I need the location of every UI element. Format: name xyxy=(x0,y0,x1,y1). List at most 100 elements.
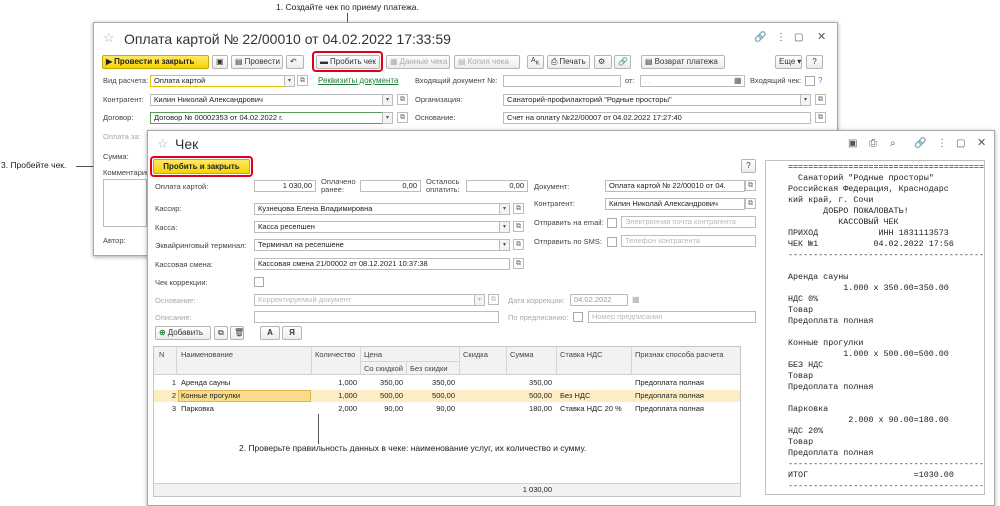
col-with-discount[interactable]: Со скидкой xyxy=(364,364,403,373)
link-icon[interactable]: 🔗 xyxy=(914,139,926,149)
check-basis-field[interactable]: Корректируемый документ xyxy=(254,294,484,306)
organization-dropdown[interactable]: ▾ xyxy=(800,94,811,106)
paid-before-field[interactable]: 0,00 xyxy=(360,180,421,192)
font-a-button[interactable]: А xyxy=(260,326,280,340)
col-discount[interactable]: Скидка xyxy=(463,350,488,359)
col-name[interactable]: Наименование xyxy=(181,350,233,359)
incoming-doc-field[interactable] xyxy=(503,75,621,87)
phone-field[interactable]: Телефон контрагента xyxy=(621,235,756,247)
counterparty-open[interactable]: ⧉ xyxy=(397,94,408,105)
save-button[interactable]: ▣ xyxy=(212,55,228,69)
document-open[interactable]: ⧉ xyxy=(745,180,756,191)
currency-button[interactable]: AK xyxy=(527,55,544,69)
calc-type-open[interactable]: ⧉ xyxy=(297,75,308,86)
table-row-selected[interactable]: 2 Конные прогулки 1,000 500,00 500,00 50… xyxy=(154,390,740,402)
check-basis-dropdown[interactable]: ▾ xyxy=(474,294,485,306)
incoming-check-checkbox[interactable] xyxy=(805,76,815,86)
settings-button[interactable]: ⚙ xyxy=(594,55,612,69)
more-vertical-icon[interactable]: ⋮ xyxy=(937,139,947,149)
help-button[interactable]: ? xyxy=(806,55,823,69)
cashier-dropdown[interactable]: ▾ xyxy=(499,203,510,215)
refund-button[interactable]: ▤ Возврат платежа xyxy=(641,55,725,69)
contract-dropdown[interactable]: ▾ xyxy=(382,112,393,124)
post-button[interactable]: ▤ Провести xyxy=(231,55,283,69)
row-with-discount: 350,00 xyxy=(380,378,403,387)
add-row-button[interactable]: ⊕ Добавить xyxy=(155,326,211,340)
register-field[interactable]: Касса ресепшен xyxy=(254,221,510,233)
contract-field[interactable]: Договор № 00002353 от 04.02.2022 г. xyxy=(150,112,393,124)
terminal-open[interactable]: ⧉ xyxy=(513,239,524,250)
post-and-close-button[interactable]: ▶ Провести и закрыть xyxy=(102,55,209,69)
col-sum[interactable]: Сумма xyxy=(510,350,534,359)
attach-button[interactable]: 🔗 xyxy=(614,55,631,69)
contract-open[interactable]: ⧉ xyxy=(397,112,408,123)
shift-field[interactable]: Кассовая смена 21/00002 от 08.12.2021 10… xyxy=(254,258,510,270)
basis-open[interactable]: ⧉ xyxy=(815,112,826,123)
register-dropdown[interactable]: ▾ xyxy=(499,221,510,233)
check-counterparty-open[interactable]: ⧉ xyxy=(745,198,756,209)
col-method[interactable]: Признак способа расчета xyxy=(635,350,724,359)
link-icon[interactable]: 🔗 xyxy=(754,33,766,43)
row-vat: Ставка НДС 20 % xyxy=(560,404,622,413)
undo-button[interactable]: ↶ xyxy=(286,55,304,69)
col-no-discount[interactable]: Без скидки xyxy=(410,364,448,373)
card-payment-field[interactable]: 1 030,00 xyxy=(254,180,316,192)
check-basis-open[interactable]: ⧉ xyxy=(488,294,499,305)
calc-type-field[interactable]: Оплата картой xyxy=(150,75,295,87)
shift-open[interactable]: ⧉ xyxy=(513,258,524,269)
favorite-star-icon[interactable]: ☆ xyxy=(103,30,115,46)
calc-type-dropdown[interactable]: ▾ xyxy=(284,75,295,87)
document-field[interactable]: Оплата картой № 22/00010 от 04. xyxy=(605,180,745,192)
delete-row-button[interactable]: 🗑 xyxy=(230,326,244,340)
favorite-star-icon[interactable]: ☆ xyxy=(157,136,169,152)
col-n[interactable]: N xyxy=(159,350,164,359)
terminal-field[interactable]: Терминал на ресепшене xyxy=(254,239,510,251)
terminal-dropdown[interactable]: ▾ xyxy=(499,239,510,251)
col-price[interactable]: Цена xyxy=(364,350,382,359)
help-icon[interactable]: ? xyxy=(818,76,822,86)
minimize-icon[interactable]: ▢ xyxy=(956,139,965,149)
more-vertical-icon[interactable]: ⋮ xyxy=(776,33,786,43)
calendar-icon[interactable]: ▦ xyxy=(632,295,640,305)
email-field[interactable]: Электронная почта контрагента xyxy=(621,216,756,228)
remaining-field[interactable]: 0,00 xyxy=(466,180,528,192)
comment-field[interactable] xyxy=(103,179,147,227)
font-ya-button[interactable]: Я xyxy=(282,326,302,340)
col-vat[interactable]: Ставка НДС xyxy=(560,350,603,359)
preview-icon[interactable]: ⌕ xyxy=(890,139,896,149)
save-icon[interactable]: ▣ xyxy=(848,139,857,149)
check-copy-label: Копия чека xyxy=(467,57,509,66)
calendar-icon[interactable]: ▦ xyxy=(734,76,742,86)
description-field[interactable] xyxy=(254,311,499,323)
check-help-button[interactable]: ? xyxy=(741,159,756,173)
order-number-field[interactable]: Номер предписания xyxy=(588,311,756,323)
send-email-checkbox[interactable] xyxy=(607,218,617,228)
minimize-icon[interactable]: ▢ xyxy=(794,33,803,43)
print-button[interactable]: ⎙ Печать xyxy=(547,55,590,69)
check-copy-button[interactable]: ▤ Копия чека xyxy=(454,55,520,69)
more-button[interactable]: Еще ▾ xyxy=(775,55,802,69)
counterparty-field[interactable]: Килин Николай Александрович xyxy=(150,94,393,106)
correction-date-field[interactable]: 04.02.2022 xyxy=(570,294,628,306)
copy-row-button[interactable]: ⧉ xyxy=(214,326,228,340)
close-icon[interactable]: ✕ xyxy=(977,138,986,149)
organization-field[interactable]: Санаторий-профилакторий "Родные просторы… xyxy=(503,94,811,106)
col-qty[interactable]: Количество xyxy=(315,350,355,359)
organization-open[interactable]: ⧉ xyxy=(815,94,826,105)
register-open[interactable]: ⧉ xyxy=(513,221,524,232)
incoming-date-field[interactable]: . . xyxy=(640,75,745,87)
requisites-link[interactable]: Реквизиты документа xyxy=(318,76,398,85)
by-order-checkbox[interactable] xyxy=(573,312,583,322)
table-row[interactable]: 1 Аренда сауны 1,000 350,00 350,00 350,0… xyxy=(154,377,740,389)
correction-checkbox[interactable] xyxy=(254,277,264,287)
table-row[interactable]: 3 Парковка 2,000 90,00 90,00 180,00 Став… xyxy=(154,403,740,415)
check-counterparty-field[interactable]: Килин Николай Александрович xyxy=(605,198,745,210)
basis-field[interactable]: Счет на оплату №22/00007 от 04.02.2022 1… xyxy=(503,112,811,124)
check-data-button[interactable]: ▦ Данные чека xyxy=(386,55,450,69)
send-sms-checkbox[interactable] xyxy=(607,237,617,247)
printer-icon[interactable]: ⎙ xyxy=(869,139,877,149)
close-icon[interactable]: ✕ xyxy=(817,32,826,43)
cashier-field[interactable]: Кузнецова Елена Владимировна xyxy=(254,203,510,215)
cashier-open[interactable]: ⧉ xyxy=(513,203,524,214)
counterparty-dropdown[interactable]: ▾ xyxy=(382,94,393,106)
